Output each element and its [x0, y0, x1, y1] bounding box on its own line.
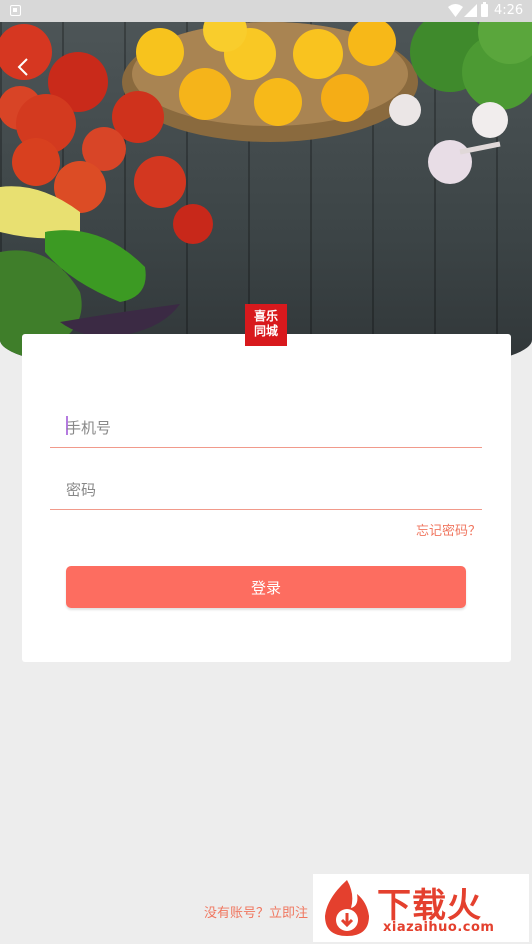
watermark-subtitle: xiazaihuo.com — [383, 920, 495, 935]
login-button[interactable]: 登录 — [66, 566, 466, 608]
logo-line-2: 同城 — [253, 324, 278, 338]
notification-icon — [10, 5, 21, 16]
register-link[interactable]: 没有账号？立即注 — [204, 902, 308, 921]
status-time: 4:26 — [494, 3, 524, 18]
password-input[interactable] — [66, 481, 466, 499]
logo-line-1: 喜乐 — [253, 309, 278, 323]
password-field — [50, 456, 482, 510]
watermark-logo: 下载火 xiazaihuo.com — [313, 874, 529, 942]
login-card: 忘记密码？ 登录 — [22, 334, 511, 662]
forgot-password-link[interactable]: 忘记密码？ — [416, 520, 481, 539]
flame-icon — [325, 880, 369, 936]
signal-icon — [464, 4, 477, 17]
wifi-icon — [448, 4, 463, 17]
app-logo: 喜乐 同城 — [245, 304, 287, 346]
chevron-left-icon[interactable] — [12, 56, 34, 78]
battery-icon — [481, 2, 488, 17]
phone-input[interactable] — [66, 419, 466, 437]
phone-field — [50, 394, 482, 448]
status-bar: 4:26 — [0, 0, 532, 22]
